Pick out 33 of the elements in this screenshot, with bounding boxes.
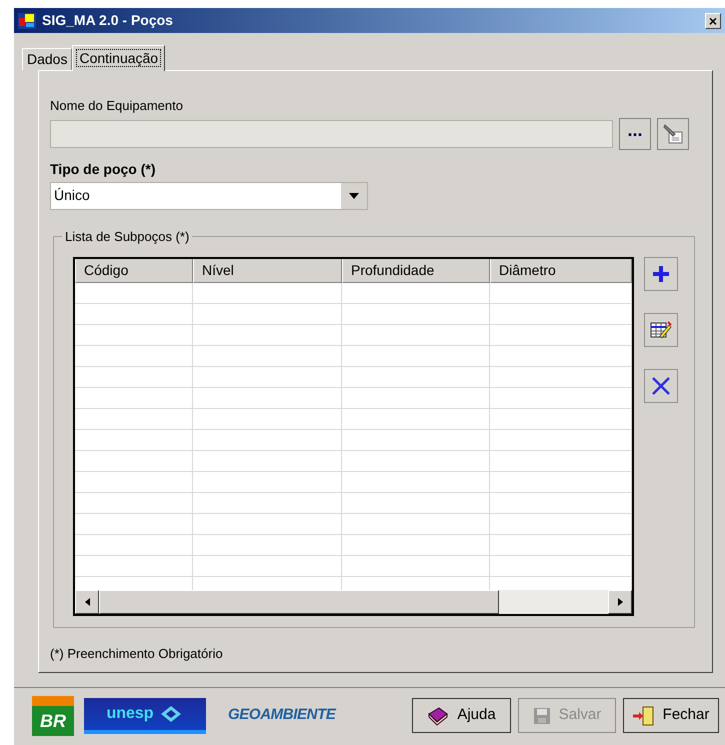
add-button[interactable] [644, 256, 678, 290]
horizontal-scrollbar[interactable] [75, 590, 632, 614]
column-header[interactable]: Diâmetro [490, 258, 632, 282]
column-header[interactable]: Nível [193, 258, 342, 282]
field-label: Tipo de poço (*) [50, 160, 157, 179]
close-button[interactable]: × [705, 12, 721, 28]
field-label: Nome do Equipamento [50, 97, 184, 115]
scroll-right-icon [618, 598, 622, 606]
column-header[interactable]: Profundidade [342, 258, 490, 282]
plus-icon [653, 266, 669, 282]
logo: BR [32, 696, 74, 736]
tab[interactable]: Continuação [72, 45, 166, 71]
pencil-note-icon [662, 122, 684, 144]
scroll-left-icon [84, 598, 90, 606]
well-type-dropdown[interactable]: Único [50, 182, 368, 210]
delete-button[interactable] [644, 368, 678, 402]
book-icon [427, 706, 450, 726]
help-button[interactable]: Ajuda [412, 698, 511, 733]
browse-button[interactable]: ... [619, 118, 651, 150]
logo: GEOAMBIENTE [228, 705, 338, 726]
window-title: SIG_MA 2.0 - Poços [42, 11, 174, 30]
door-exit-icon [632, 706, 655, 726]
dropdown-arrow-icon [349, 192, 359, 198]
x-icon [652, 376, 670, 394]
logo: unesp [84, 698, 206, 734]
edit-icon-button[interactable] [657, 118, 689, 150]
footnote: (*) Preenchimento Obrigatório [50, 644, 224, 663]
column-header[interactable]: Código [75, 258, 193, 282]
app-icon [18, 12, 36, 28]
close-button[interactable]: Fechar [623, 698, 719, 733]
tab[interactable]: Dados [22, 48, 72, 70]
table-edit-icon [650, 320, 672, 340]
edit-button[interactable] [644, 312, 678, 346]
